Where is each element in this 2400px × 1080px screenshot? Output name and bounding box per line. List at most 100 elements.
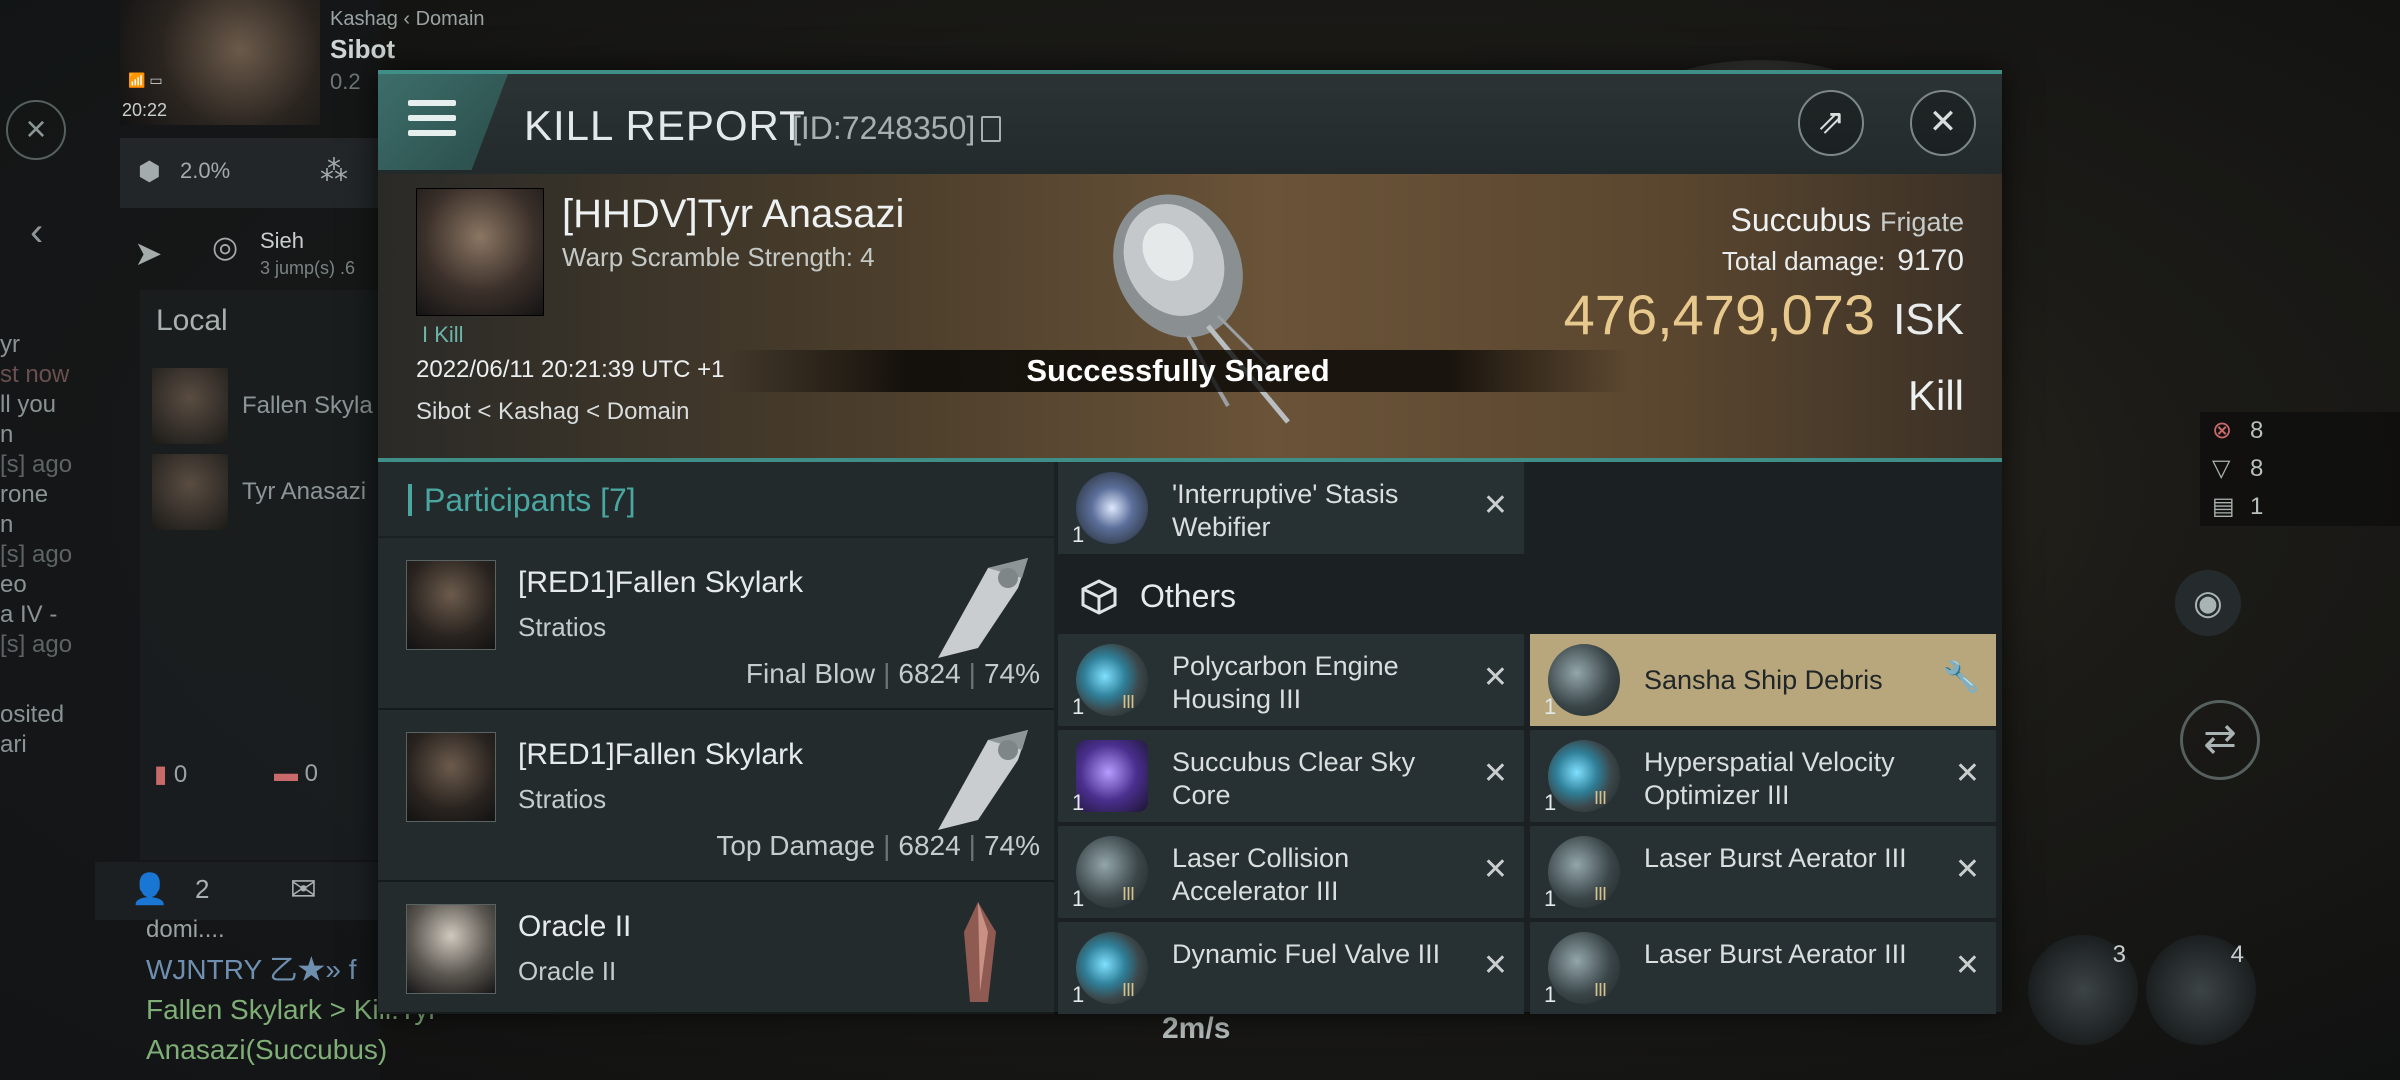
avatar[interactable] [406,904,496,994]
ship-class: Frigate [1879,207,1964,237]
participant-row[interactable]: [RED1]Fallen Skylark Stratios Final Blow… [378,538,1054,710]
cargo-percent: 2.0% [180,158,231,183]
close-icon: ✕ [1928,103,1958,141]
close-button[interactable]: ✕ [1910,90,1976,156]
item-cell-highlighted[interactable]: 1 Sansha Ship Debris 🔧 [1530,634,1996,726]
damage-amount: 6824 [898,830,961,861]
avatar [152,454,228,530]
destroyed-icon: ✕ [1482,757,1508,790]
chat-fragment: [s] ago [0,451,73,478]
participant-ship: Oracle II [518,956,617,986]
ship-speed: 2m/s [1162,1012,1231,1045]
destroyed-icon: ✕ [1482,661,1508,694]
report-id[interactable]: [ID:7248350] [792,110,1002,147]
chevron-left-icon[interactable]: ‹ [30,210,43,255]
hostile-count[interactable]: ⊗ 8 [2200,412,2400,450]
item-name: Hyperspatial Velocity Optimizer III [1644,747,1895,810]
copy-icon[interactable] [981,116,1002,142]
chat-fragment: a IV - [0,601,58,628]
participant-ship: Stratios [518,612,607,642]
stasis-webifier-icon [1076,472,1148,544]
pilot-info[interactable]: 📶 ▭ 20:22 Kashag ‹ Domain Sibot 0.2 [120,0,485,128]
item-cell[interactable]: 1 III Laser Burst Aerator III ✕ [1530,826,1996,918]
kill-tag: I Kill [422,322,464,347]
destroyed-icon: ✕ [1482,853,1508,886]
total-damage-value: 9170 [1897,244,1964,277]
count-value: 8 [2250,417,2264,444]
victim-portrait[interactable] [416,188,544,316]
person-icon[interactable]: 👤 [131,872,168,907]
destroyed-icon: ✕ [1482,489,1508,522]
avatar[interactable] [406,732,496,822]
local-member[interactable]: Fallen Skyla [152,364,380,446]
left-chat-fragments: yr st now ll you n [s] ago rone n [s] ag… [0,330,90,760]
item-name: Laser Burst Aerator III [1644,843,1907,873]
victim-name[interactable]: [HHDV]Tyr Anasazi [562,192,904,237]
kill-location[interactable]: Sibot < Kashag < Domain [416,398,690,426]
swap-icon[interactable]: ⇄ [2180,700,2260,780]
kill-report-window[interactable]: KILL REPORT [ID:7248350] ⇗ ✕ I Kill [HHD… [378,70,2002,1014]
chat-fragment: n [0,511,14,538]
standing-counter-red: ▮ 0 [154,761,188,788]
chat-fragment: ll you [0,391,57,418]
mail-icon[interactable]: ✉ [290,870,317,908]
fleet-icon[interactable]: ⁂ [320,154,348,187]
debris-icon [1548,644,1620,716]
right-overview-counts[interactable]: ⊗ 8 ▽ 8 ▤ 1 [2200,412,2400,526]
navigation-icon: ➤ [134,235,163,273]
local-member[interactable]: Tyr Anasazi [152,450,380,532]
local-chat-panel[interactable]: Local Fallen Skyla Tyr Anasazi ▮ 0 ▬ 0 [140,290,380,860]
velocity-rig-icon [1548,740,1620,812]
people-count: 2 [195,874,210,904]
laser-rig-icon [1548,932,1620,1004]
chat-fragment: osited [0,701,65,728]
participant-row[interactable]: [RED1]Fallen Skylark Stratios Top Damage… [378,710,1054,882]
participant-name: [RED1]Fallen Skylark [518,738,804,771]
avatar[interactable] [406,560,496,650]
menu-button[interactable] [378,74,508,170]
participants-panel[interactable]: Participants [7] [RED1]Fallen Skylark St… [378,462,1054,1014]
cargo-stat[interactable]: ⬢ 2.0% ⁂ [120,138,380,208]
total-damage-label: Total damage: [1721,246,1886,276]
pilot-location: Kashag ‹ Domain [330,8,485,30]
item-cell[interactable]: 1 III Laser Collision Accelerator III ✕ [1058,826,1524,918]
local-member-name: Fallen Skyla [242,392,373,419]
structure-icon: ▤ [2212,493,2235,520]
ship-icon: ▽ [2212,455,2231,482]
route-panel[interactable]: ➤ ◎ Sieh 3 jump(s) .6 [120,216,380,296]
local-member-name: Tyr Anasazi [242,478,367,505]
wifi-icon: 📶 ▭ [128,72,163,88]
route-system: Sieh [260,228,305,253]
participant-row[interactable]: Oracle II Oracle II [378,882,1054,1014]
item-name: Succubus Clear Sky Core [1172,747,1416,810]
item-cell[interactable]: 1 III Hyperspatial Velocity Optimizer II… [1530,730,1996,822]
share-button[interactable]: ⇗ [1798,90,1864,156]
victim-ship: Succubus Frigate [1731,202,1964,239]
count-value: 1 [2250,493,2264,520]
item-cell[interactable]: 1 III Dynamic Fuel Valve III ✕ [1058,922,1524,1014]
cube-icon: ⬢ [138,156,161,186]
item-cell[interactable]: 1 'Interruptive' Stasis Webifier ✕ [1058,462,1524,554]
laser-rig-icon [1548,836,1620,908]
close-icon[interactable]: × [6,100,66,160]
item-cell[interactable]: 1 III Polycarbon Engine Housing III ✕ [1058,634,1524,726]
drone-slot[interactable]: 4 [2146,935,2256,1045]
item-cell[interactable]: 1 Succubus Clear Sky Core ✕ [1058,730,1524,822]
dropped-items-panel[interactable]: 1 'Interruptive' Stasis Webifier ✕ Other… [1058,462,2002,1014]
chat-fragment: eo [0,571,27,598]
item-name: Sansha Ship Debris [1644,665,1883,695]
tech-level: III [1594,980,1607,1000]
drone-slot[interactable]: 3 [2028,935,2138,1045]
structure-count[interactable]: ▤ 1 [2200,488,2400,526]
item-quantity: 1 [1544,982,1557,1007]
damage-percent: 74% [983,830,1040,861]
tech-level: III [1122,980,1135,1000]
tech-level: III [1122,692,1135,712]
eye-icon[interactable]: ◉ [2175,570,2241,636]
wrench-icon[interactable]: 🔧 [1943,660,1980,695]
system-security: 0.2 [330,69,361,94]
destroyed-icon: ✕ [1954,757,1980,790]
item-quantity: 1 [1544,790,1557,815]
item-cell[interactable]: 1 III Laser Burst Aerator III ✕ [1530,922,1996,1014]
ship-count[interactable]: ▽ 8 [2200,450,2400,488]
